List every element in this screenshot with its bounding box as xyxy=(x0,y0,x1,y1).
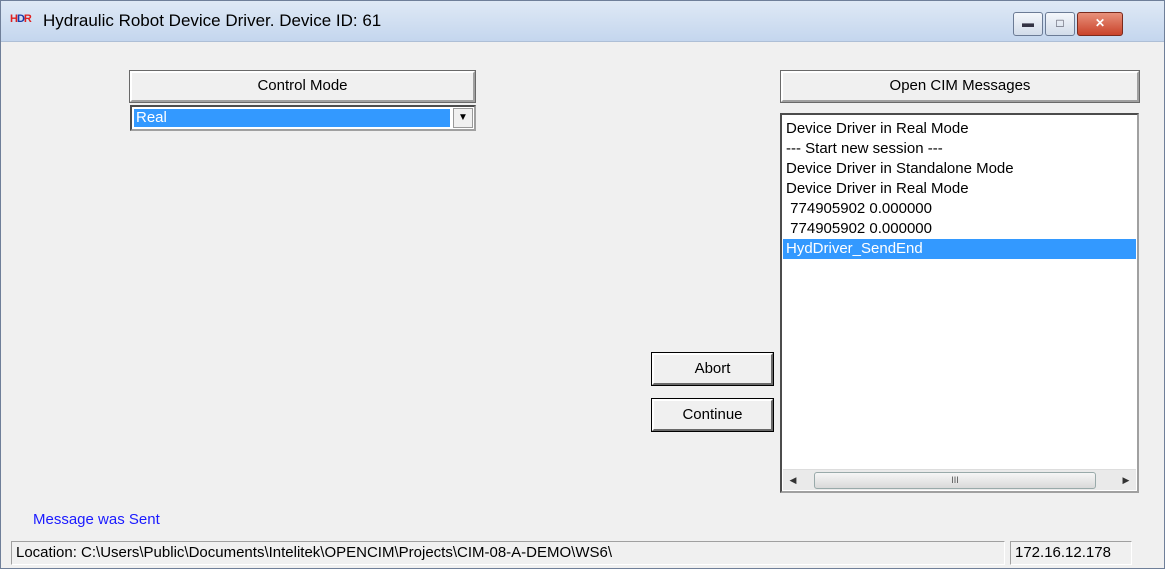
close-icon: ✕ xyxy=(1094,16,1106,30)
main-panel: Control Mode Real ▼ Open CIM Messages De… xyxy=(2,43,1163,567)
location-status: Location: C:\Users\Public\Documents\Inte… xyxy=(11,541,1005,565)
chevron-down-icon: ▼ xyxy=(458,112,468,123)
minimize-icon: ▬ xyxy=(1022,16,1034,30)
continue-button[interactable]: Continue xyxy=(651,398,774,432)
control-mode-select[interactable]: Real ▼ xyxy=(130,105,476,131)
abort-button[interactable]: Abort xyxy=(651,352,774,386)
chevron-right-icon: ▶ xyxy=(1122,475,1130,485)
list-item[interactable]: Device Driver in Real Mode xyxy=(786,179,969,199)
chevron-left-icon: ◀ xyxy=(789,475,797,485)
dropdown-button[interactable]: ▼ xyxy=(453,108,473,128)
status-message: Message was Sent xyxy=(33,511,160,528)
scroll-thumb[interactable]: III xyxy=(814,472,1096,489)
messages-list[interactable]: Device Driver in Real Mode --- Start new… xyxy=(780,113,1139,493)
list-item[interactable]: Device Driver in Standalone Mode xyxy=(786,159,1014,179)
messages-header: Open CIM Messages xyxy=(780,70,1140,103)
window-title: Hydraulic Robot Device Driver. Device ID… xyxy=(43,11,382,30)
list-item[interactable]: 774905902 0.000000 xyxy=(786,219,932,239)
app-window: HDR Hydraulic Robot Device Driver. Devic… xyxy=(0,0,1165,569)
list-item[interactable]: 774905902 0.000000 xyxy=(786,199,932,219)
ip-status: 172.16.12.178 xyxy=(1010,541,1132,565)
close-button[interactable]: ✕ xyxy=(1077,12,1123,36)
app-logo-icon: HDR xyxy=(10,13,32,25)
horizontal-scrollbar[interactable]: ◀ III ▶ xyxy=(783,469,1136,490)
scroll-right-button[interactable]: ▶ xyxy=(1116,470,1136,490)
maximize-icon: □ xyxy=(1056,16,1064,30)
control-mode-value: Real xyxy=(134,109,450,127)
control-mode-header: Control Mode xyxy=(129,70,476,103)
list-item[interactable]: --- Start new session --- xyxy=(786,139,943,159)
scroll-left-button[interactable]: ◀ xyxy=(783,470,803,490)
list-item-selected[interactable]: HydDriver_SendEnd xyxy=(783,239,1136,259)
title-bar[interactable]: HDR Hydraulic Robot Device Driver. Devic… xyxy=(1,1,1164,42)
maximize-button[interactable]: □ xyxy=(1045,12,1075,36)
list-item[interactable]: Device Driver in Real Mode xyxy=(786,119,969,139)
minimize-button[interactable]: ▬ xyxy=(1013,12,1043,36)
